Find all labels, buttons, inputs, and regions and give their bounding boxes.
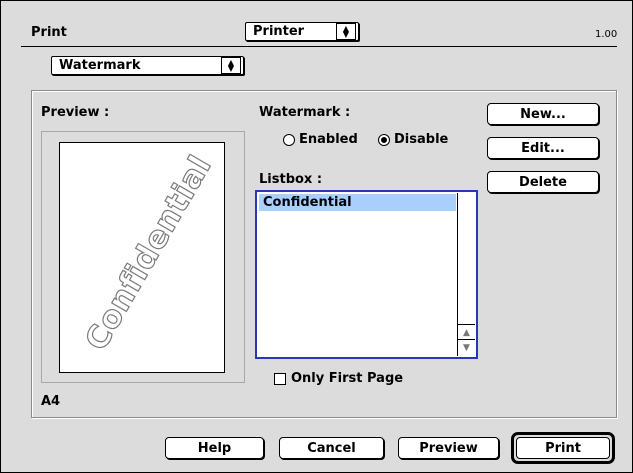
printer-popup-label: Printer bbox=[253, 24, 305, 39]
list-item[interactable]: Confidential bbox=[259, 194, 456, 211]
radio-enabled-label: Enabled bbox=[299, 132, 358, 147]
preview-button[interactable]: Preview bbox=[398, 437, 499, 459]
version-label: 1.00 bbox=[595, 29, 618, 40]
popup-arrows-icon: ▲ ▼ bbox=[336, 23, 356, 40]
checkbox-icon bbox=[274, 372, 286, 385]
paper-size-label: A4 bbox=[41, 394, 61, 409]
only-first-page-checkbox[interactable]: Only First Page bbox=[274, 371, 403, 386]
radio-disable[interactable]: Disable bbox=[378, 132, 448, 147]
header-divider bbox=[21, 46, 617, 47]
preview-label: Preview : bbox=[41, 105, 110, 120]
print-button-label: Print bbox=[516, 437, 610, 459]
radio-button-selected-icon bbox=[378, 133, 390, 146]
radio-disable-label: Disable bbox=[394, 132, 449, 147]
print-dialog: Print Printer ▲ ▼ 1.00 Watermark ▲ ▼ Previ… bbox=[0, 0, 633, 473]
print-button[interactable]: Print bbox=[511, 432, 615, 464]
only-first-page-label: Only First Page bbox=[291, 371, 404, 386]
delete-button[interactable]: Delete bbox=[487, 171, 599, 193]
dialog-title: Print bbox=[31, 25, 67, 40]
listbox-scrollbar[interactable]: ▲ ▼ bbox=[457, 193, 475, 356]
listbox-label: Listbox : bbox=[259, 172, 323, 187]
printer-popup[interactable]: Printer ▲ ▼ bbox=[245, 22, 359, 41]
preview-watermark-text: Confidential bbox=[78, 149, 220, 357]
new-button[interactable]: New... bbox=[487, 103, 599, 125]
panel-popup[interactable]: Watermark ▲ ▼ bbox=[51, 56, 244, 75]
scroll-down-arrow-icon[interactable]: ▼ bbox=[458, 339, 475, 355]
watermark-label: Watermark : bbox=[259, 105, 351, 120]
preview-paper: Confidential bbox=[59, 142, 225, 373]
panel-popup-label: Watermark bbox=[59, 58, 141, 73]
help-button[interactable]: Help bbox=[165, 437, 264, 459]
radio-button-icon bbox=[283, 133, 295, 146]
edit-button[interactable]: Edit... bbox=[487, 137, 599, 159]
scroll-up-arrow-icon[interactable]: ▲ bbox=[458, 324, 475, 340]
popup-arrows-icon: ▲ ▼ bbox=[221, 57, 241, 74]
cancel-button[interactable]: Cancel bbox=[279, 437, 384, 459]
radio-enabled[interactable]: Enabled bbox=[283, 132, 358, 147]
watermark-listbox[interactable]: Confidential ▲ ▼ bbox=[255, 190, 478, 359]
